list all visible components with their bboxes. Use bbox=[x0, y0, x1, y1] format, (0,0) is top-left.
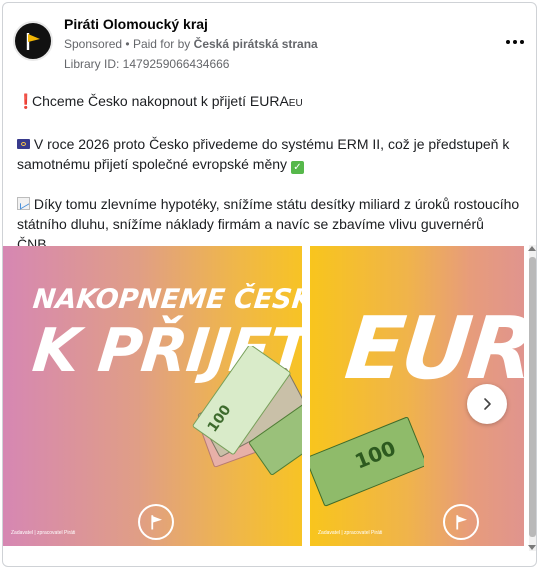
chart-increasing-icon bbox=[17, 197, 30, 210]
image-carousel[interactable]: NAKOPNEME ČESKO K PŘIJETÍ 50 20 100 bbox=[3, 246, 524, 546]
paid-for-label: Paid for by bbox=[132, 37, 191, 51]
euro-banknote-illustration: 100 bbox=[310, 416, 424, 507]
card1-disclaimer: Zadavatel | zpracovatel Piráti bbox=[11, 530, 76, 536]
payer-link[interactable]: Česká pirátská strana bbox=[194, 37, 318, 51]
more-options-icon bbox=[506, 40, 511, 44]
pirate-logo-icon bbox=[26, 33, 40, 50]
scroll-down-arrow-icon[interactable] bbox=[528, 545, 536, 550]
card1-headline-line1: NAKOPNEME ČESKO bbox=[31, 284, 302, 315]
check-mark-icon: ✓ bbox=[290, 161, 304, 174]
paragraph-3-text: Díky tomu zlevníme hypotéky, snížíme stá… bbox=[17, 196, 520, 252]
eu-suffix: EU bbox=[288, 98, 303, 109]
eu-flag-icon bbox=[17, 139, 30, 149]
scroll-thumb[interactable] bbox=[529, 257, 536, 537]
vertical-scrollbar[interactable] bbox=[527, 243, 536, 553]
paragraph-2-text: V roce 2026 proto Česko přivedeme do sys… bbox=[17, 136, 510, 172]
scroll-up-arrow-icon[interactable] bbox=[528, 246, 536, 251]
pirate-logo-icon bbox=[138, 504, 174, 540]
page-avatar[interactable] bbox=[13, 21, 53, 61]
post-paragraph-1: ❗Chceme Česko nakopnout k přijetí EURAEU bbox=[17, 91, 527, 114]
carousel-next-button[interactable] bbox=[467, 384, 507, 424]
more-options-button[interactable] bbox=[502, 33, 528, 51]
sponsor-line: Sponsored • Paid for by Česká pirátská s… bbox=[64, 37, 318, 51]
carousel-card-1[interactable]: NAKOPNEME ČESKO K PŘIJETÍ 50 20 100 bbox=[3, 246, 302, 546]
library-id: Library ID: 1479259066434666 bbox=[64, 57, 230, 71]
post-paragraph-2: V roce 2026 proto Česko přivedeme do sys… bbox=[17, 134, 527, 174]
card2-headline: EURA bbox=[340, 299, 524, 399]
red-exclamation-icon: ❗ bbox=[17, 93, 35, 109]
chevron-right-icon bbox=[484, 398, 491, 410]
page-name[interactable]: Piráti Olomoucký kraj bbox=[64, 16, 208, 32]
pirate-logo-icon bbox=[443, 504, 479, 540]
ad-card: Piráti Olomoucký kraj Sponsored • Paid f… bbox=[2, 2, 537, 567]
sponsored-label: Sponsored bbox=[64, 37, 123, 51]
card2-disclaimer: Zadavatel | zpracovatel Piráti bbox=[318, 530, 383, 536]
euro-banknotes-illustration: 50 20 100 bbox=[192, 346, 302, 476]
post-header: Piráti Olomoucký kraj Sponsored • Paid f… bbox=[13, 16, 528, 73]
separator-dot: • bbox=[125, 37, 130, 51]
paragraph-1-text: Chceme Česko nakopnout k přijetí EURA bbox=[32, 93, 289, 109]
post-paragraph-3: Díky tomu zlevníme hypotéky, snížíme stá… bbox=[17, 194, 527, 254]
